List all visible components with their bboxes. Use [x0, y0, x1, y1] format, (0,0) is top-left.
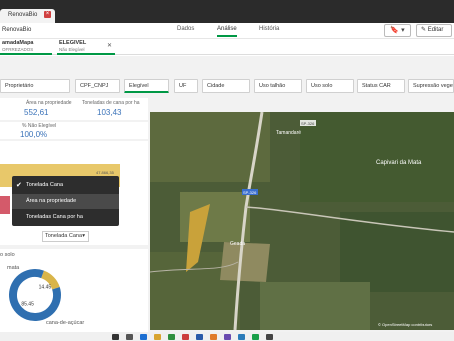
selection-state-bar	[57, 53, 115, 55]
satellite-map[interactable]: Tamandaré SP-326 Capivari da Mata SP-326…	[150, 112, 454, 330]
filter-supressao-vegetacao[interactable]: Supressão vegeta	[408, 79, 454, 93]
donut-value-label-0: 14.45	[39, 285, 52, 291]
map-view[interactable]: Tamandaré SP-326 Capivari da Mata SP-326…	[150, 112, 454, 330]
map-label-geada: Geada	[230, 241, 245, 247]
browser-tab-title: RenovaBio	[8, 12, 38, 18]
filter-status-car[interactable]: Status CAR	[357, 79, 405, 93]
selections-bar: amadaMapa OFRREZADOS ELEGIVEL Não Elegív…	[0, 40, 454, 55]
browser-tabbar: RenovaBio ×	[0, 0, 454, 23]
donut-title: o solo	[0, 252, 15, 258]
app-header: RenovaBio Dados Análise História 🔖 ▾ ✎ E…	[0, 23, 454, 39]
teams-icon[interactable]	[224, 334, 231, 340]
excel-icon[interactable]	[168, 334, 175, 340]
measure-dropdown[interactable]: Tonelada Cana ▾	[42, 231, 89, 242]
filter-uso-talhao[interactable]: Uso talhão	[254, 79, 302, 93]
os-taskbar	[0, 332, 454, 341]
clear-selection-icon[interactable]: ✕	[107, 43, 113, 49]
tab-analise[interactable]: Análise	[217, 26, 237, 37]
selection-field-value: OFRREZADOS	[2, 47, 34, 52]
outlook-icon[interactable]	[238, 334, 245, 340]
task-view-icon[interactable]	[126, 334, 133, 340]
filter-proprietario[interactable]: Proprietário	[0, 79, 70, 93]
filter-cidade[interactable]: Cidade	[202, 79, 250, 93]
file-explorer-icon[interactable]	[154, 334, 161, 340]
map-label-town: Tamandaré	[276, 130, 301, 136]
donut-panel: o solo mata cana-de-açúcar 14.45 85.45	[0, 249, 148, 341]
menu-item-label: Área na propriedade	[26, 198, 77, 204]
filter-uso-solo[interactable]: Uso solo	[306, 79, 354, 93]
kpi-pct-value: 100,0%	[20, 130, 48, 139]
tab-dados[interactable]: Dados	[177, 26, 194, 32]
menu-item-area-propriedade[interactable]: Área na propriedade	[12, 194, 119, 209]
bar-red[interactable]	[0, 196, 10, 214]
app-icon-green[interactable]	[252, 334, 259, 340]
filter-uf[interactable]: UF	[174, 79, 198, 93]
selection-chip-mapa[interactable]: amadaMapa OFRREZADOS	[0, 40, 52, 55]
kpi-pct-label: % Não Elegível	[22, 123, 57, 129]
kpi-pct-box: % Não Elegível 100,0%	[0, 122, 148, 139]
close-tab-icon[interactable]: ×	[44, 11, 51, 18]
bar-value-label: 47.866,35	[96, 170, 115, 175]
edit-button[interactable]: ✎ Editar	[416, 24, 452, 37]
menu-item-toneladas-por-ha[interactable]: Toneladas Cana por ha	[12, 210, 119, 225]
map-label-capivari: Capivari da Mata	[376, 160, 422, 166]
selection-state-bar	[0, 53, 52, 55]
selection-field-name: amadaMapa	[2, 40, 34, 46]
bookmark-button[interactable]: 🔖 ▾	[384, 24, 411, 37]
kpi-area-value: 552,61	[24, 108, 49, 117]
edge-icon[interactable]	[140, 334, 147, 340]
filter-elegivel[interactable]: Elegível	[124, 79, 169, 93]
map-road-shield-2: SP-326	[243, 190, 257, 195]
kpi-tonelada-label: Toneladas de cana por ha	[82, 100, 140, 106]
kpi-area-label: Área na propriedade	[26, 100, 72, 106]
selection-chip-elegivel[interactable]: ELEGIVEL Não Elegível ✕	[57, 40, 115, 55]
browser-tab[interactable]: RenovaBio ×	[0, 9, 55, 23]
menu-item-label: Toneladas Cana por ha	[26, 214, 83, 220]
menu-item-tonelada-cana[interactable]: ✔ Tonelada Cana	[12, 178, 119, 193]
app-icon-dark[interactable]	[266, 334, 273, 340]
app-icon-red[interactable]	[182, 334, 189, 340]
tab-historia[interactable]: História	[259, 26, 279, 32]
word-icon[interactable]	[196, 334, 203, 340]
search-icon[interactable]	[112, 334, 119, 340]
filter-cpf-cnpj[interactable]: CPF_CNPJ	[75, 79, 120, 93]
chevron-down-icon: ▾	[82, 233, 85, 239]
map-attribution: © OpenStreetMap contributors	[378, 322, 432, 327]
kpi-row: Área na propriedade 552,61 Toneladas de …	[0, 98, 148, 120]
chrome-icon[interactable]	[210, 334, 217, 340]
map-road-shield: SP-326	[301, 121, 315, 126]
checkmark-icon: ✔	[16, 182, 22, 189]
donut-value-label-1: 85.45	[21, 301, 34, 307]
kpi-tonelada-value: 103,43	[97, 108, 122, 117]
measure-dropdown-value: Tonelada Cana	[45, 233, 83, 239]
menu-item-label: Tonelada Cana	[26, 182, 64, 188]
measure-menu: ✔ Tonelada Cana Área na propriedade Tone…	[12, 176, 119, 226]
app-name: RenovaBio	[2, 27, 32, 33]
donut-chart: 14.45 85.45	[9, 269, 61, 321]
